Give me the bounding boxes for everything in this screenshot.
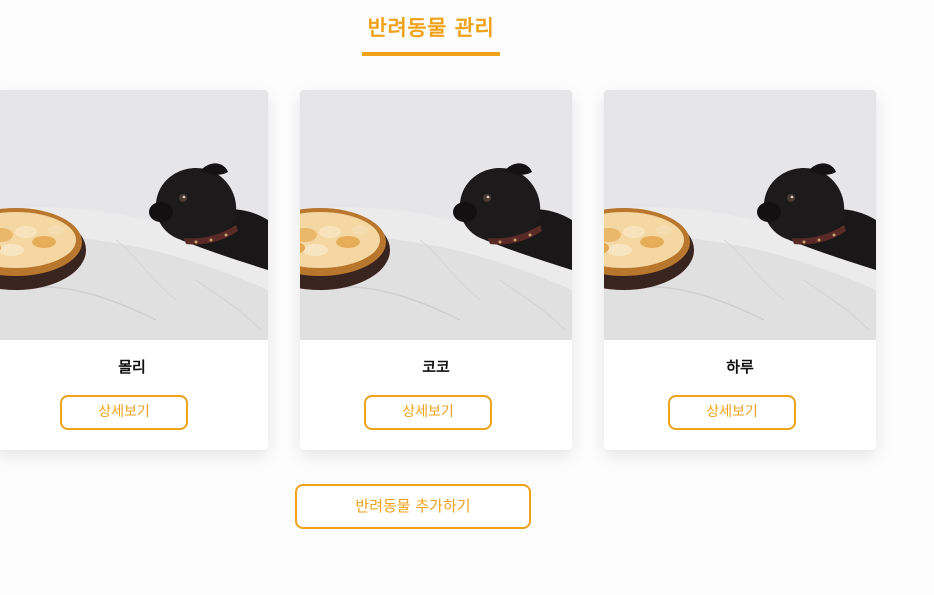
pet-name: 하루 xyxy=(726,358,754,376)
page-title: 반려동물 관리 xyxy=(367,16,495,40)
pet-detail-button[interactable]: 상세보기 xyxy=(60,395,188,430)
pet-card-haru: 하루 상세보기 xyxy=(604,90,876,450)
pet-photo xyxy=(0,90,268,340)
pet-detail-button[interactable]: 상세보기 xyxy=(668,395,796,430)
pet-photo xyxy=(300,90,572,340)
pet-card-coco: 코코 상세보기 xyxy=(300,90,572,450)
pet-photo xyxy=(604,90,876,340)
title-underline xyxy=(362,52,500,56)
pet-card-molly: 몰리 상세보기 xyxy=(0,90,268,450)
add-pet-button[interactable]: 반려동물 추가하기 xyxy=(295,484,531,529)
pet-detail-button[interactable]: 상세보기 xyxy=(364,395,492,430)
pet-management-page: 반려동물 관리 몰리 상세보기 코코 상세보기 하루 상세보기 반려동물 추가하… xyxy=(0,0,934,595)
pet-name: 몰리 xyxy=(118,358,146,376)
pet-name: 코코 xyxy=(422,358,450,376)
